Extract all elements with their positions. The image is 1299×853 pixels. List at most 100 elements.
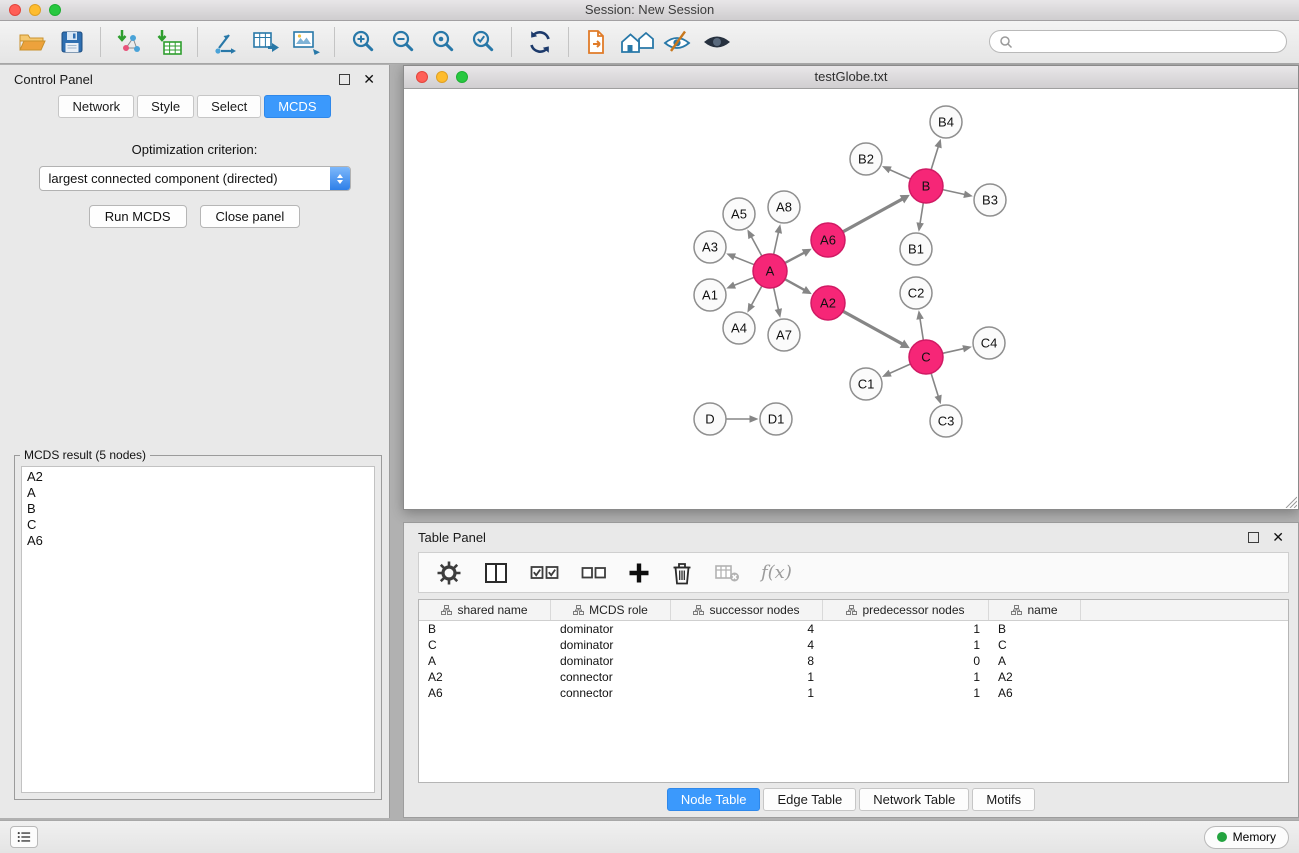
network-node-B4[interactable]: B4 — [930, 106, 962, 138]
show-columns-button[interactable] — [483, 561, 509, 585]
show-hide-panels-button[interactable] — [697, 23, 737, 61]
zoom-fit-button[interactable] — [463, 23, 503, 61]
mcds-result-item-b[interactable]: B — [27, 501, 369, 517]
network-edge-A-A2[interactable] — [785, 279, 812, 294]
network-edge-C-C3[interactable] — [931, 373, 942, 404]
import-table-button[interactable] — [149, 23, 189, 61]
network-edge-B-B2[interactable] — [882, 166, 911, 179]
export-image-button[interactable] — [286, 23, 326, 61]
column-header-successor-nodes[interactable]: successor nodes — [671, 600, 823, 620]
export-table-button[interactable] — [246, 23, 286, 61]
resize-grip-icon[interactable] — [1284, 495, 1297, 508]
table-tab-network-table[interactable]: Network Table — [859, 788, 969, 811]
search-input[interactable] — [1018, 34, 1280, 50]
network-node-B[interactable]: B — [909, 169, 943, 203]
import-network-button[interactable] — [109, 23, 149, 61]
mcds-result-item-a[interactable]: A — [27, 485, 369, 501]
save-session-button[interactable] — [52, 23, 92, 61]
network-node-A5[interactable]: A5 — [723, 198, 755, 230]
network-node-A1[interactable]: A1 — [694, 279, 726, 311]
network-node-C2[interactable]: C2 — [900, 277, 932, 309]
network-edge-B-B1[interactable] — [916, 203, 923, 232]
network-edge-A-A1[interactable] — [726, 277, 754, 288]
control-panel-tab-mcds[interactable]: MCDS — [264, 95, 330, 118]
delete-column-button[interactable] — [671, 561, 693, 585]
toggle-graphics-details-button[interactable] — [657, 23, 697, 61]
table-row-a[interactable]: Adominator80A — [419, 653, 1288, 669]
network-node-A3[interactable]: A3 — [694, 231, 726, 263]
network-edge-A-A8[interactable] — [774, 224, 782, 254]
create-column-button[interactable] — [628, 562, 650, 584]
network-node-A4[interactable]: A4 — [723, 312, 755, 344]
zoom-in-button[interactable] — [343, 23, 383, 61]
network-node-D1[interactable]: D1 — [760, 403, 792, 435]
column-header-predecessor-nodes[interactable]: predecessor nodes — [823, 600, 989, 620]
mcds-result-item-c[interactable]: C — [27, 517, 369, 533]
zoom-selected-button[interactable] — [423, 23, 463, 61]
network-node-A2[interactable]: A2 — [811, 286, 845, 320]
close-panel-button[interactable]: Close panel — [200, 205, 301, 228]
network-edge-A-A3[interactable] — [726, 253, 754, 264]
control-panel-tab-select[interactable]: Select — [197, 95, 261, 118]
home-button[interactable] — [617, 23, 657, 61]
network-node-A6[interactable]: A6 — [811, 223, 845, 257]
float-panel-icon[interactable] — [339, 74, 350, 85]
control-panel-tab-style[interactable]: Style — [137, 95, 194, 118]
network-node-A7[interactable]: A7 — [768, 319, 800, 351]
table-row-a6[interactable]: A6connector11A6 — [419, 685, 1288, 701]
network-node-A[interactable]: A — [753, 254, 787, 288]
fullscreen-window-button[interactable] — [49, 4, 61, 16]
network-edge-B-B4[interactable] — [931, 139, 942, 170]
column-header-mcds-role[interactable]: MCDS role — [551, 600, 671, 620]
close-window-button[interactable] — [9, 4, 21, 16]
network-edge-A-A6[interactable] — [785, 249, 812, 263]
network-node-C[interactable]: C — [909, 340, 943, 374]
network-node-D[interactable]: D — [694, 403, 726, 435]
table-tab-node-table[interactable]: Node Table — [667, 788, 761, 811]
network-node-B3[interactable]: B3 — [974, 184, 1006, 216]
network-edge-A-A4[interactable] — [747, 286, 762, 313]
network-canvas[interactable]: B4B2BB3A8A5A6A3B1AC2A1A2A4A7C4CC1C3DD1 — [404, 89, 1298, 509]
table-row-a2[interactable]: A2connector11A2 — [419, 669, 1288, 685]
network-edge-B-B3[interactable] — [943, 190, 973, 198]
task-history-button[interactable] — [10, 826, 38, 848]
network-edge-A-A5[interactable] — [747, 229, 762, 256]
table-row-c[interactable]: Cdominator41C — [419, 637, 1288, 653]
network-node-C3[interactable]: C3 — [930, 405, 962, 437]
network-edge-A2-C[interactable] — [843, 311, 910, 348]
network-node-B2[interactable]: B2 — [850, 143, 882, 175]
select-all-button[interactable] — [530, 564, 560, 582]
table-tab-edge-table[interactable]: Edge Table — [763, 788, 856, 811]
mcds-result-item-a6[interactable]: A6 — [27, 533, 369, 549]
network-edge-C-C4[interactable] — [943, 345, 972, 353]
network-edge-A-A7[interactable] — [774, 288, 782, 318]
close-table-panel-icon[interactable]: ✕ — [1272, 530, 1284, 544]
network-edge-C-C2[interactable] — [916, 310, 923, 340]
deselect-all-button[interactable] — [581, 565, 607, 581]
table-options-button[interactable] — [436, 560, 462, 586]
table-row-b[interactable]: Bdominator41B — [419, 621, 1288, 637]
network-edge-D-D1[interactable] — [726, 415, 759, 423]
network-node-A8[interactable]: A8 — [768, 191, 800, 223]
control-panel-tab-network[interactable]: Network — [58, 95, 134, 118]
network-edge-C-C1[interactable] — [882, 364, 911, 377]
open-document-button[interactable] — [577, 23, 617, 61]
network-node-C4[interactable]: C4 — [973, 327, 1005, 359]
criterion-dropdown[interactable]: largest connected component (directed) — [39, 166, 351, 191]
network-edge-A6-B[interactable] — [843, 195, 910, 232]
network-node-C1[interactable]: C1 — [850, 368, 882, 400]
run-mcds-button[interactable]: Run MCDS — [89, 205, 187, 228]
export-network-button[interactable] — [206, 23, 246, 61]
close-panel-icon[interactable]: ✕ — [363, 72, 375, 86]
zoom-out-button[interactable] — [383, 23, 423, 61]
column-header-shared-name[interactable]: shared name — [419, 600, 551, 620]
memory-button[interactable]: Memory — [1204, 826, 1289, 849]
float-table-panel-icon[interactable] — [1248, 532, 1259, 543]
function-builder-button[interactable]: f(x) — [761, 562, 792, 583]
network-close-button[interactable] — [416, 71, 428, 83]
mcds-result-item-a2[interactable]: A2 — [27, 469, 369, 485]
column-header-name[interactable]: name — [989, 600, 1081, 620]
network-minimize-button[interactable] — [436, 71, 448, 83]
minimize-window-button[interactable] — [29, 4, 41, 16]
clear-table-button[interactable] — [714, 562, 740, 584]
